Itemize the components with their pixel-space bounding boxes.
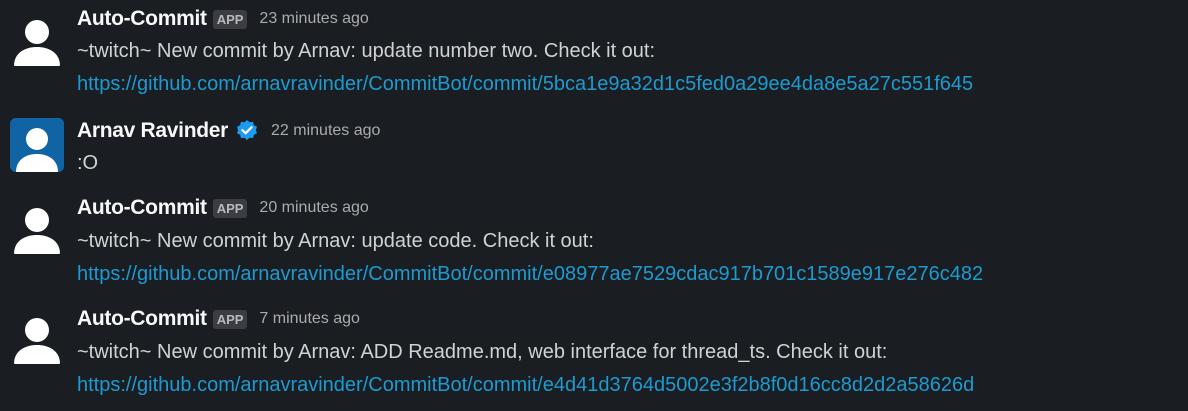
app-badge: APP <box>212 309 248 329</box>
commit-link[interactable]: https://github.com/arnavravinder/CommitB… <box>77 263 983 285</box>
avatar[interactable] <box>10 200 64 254</box>
avatar[interactable] <box>10 12 64 66</box>
user-silhouette-icon <box>10 200 64 254</box>
timestamp[interactable]: 23 minutes ago <box>259 10 368 28</box>
message-header: Arnav Ravinder 22 minutes ago <box>77 119 380 143</box>
avatar[interactable] <box>10 310 64 364</box>
commit-link[interactable]: https://github.com/arnavravinder/CommitB… <box>77 374 974 396</box>
author-name[interactable]: Auto-Commit <box>77 196 207 220</box>
user-silhouette-icon <box>10 118 64 172</box>
app-badge: APP <box>212 198 248 218</box>
author-name[interactable]: Auto-Commit <box>77 307 207 331</box>
timestamp[interactable]: 7 minutes ago <box>259 310 360 328</box>
timestamp[interactable]: 22 minutes ago <box>271 122 380 140</box>
commit-link[interactable]: https://github.com/arnavravinder/CommitB… <box>77 73 973 95</box>
message-text: ~twitch~ New commit by Arnav: ADD Readme… <box>77 341 888 363</box>
message-feed: Auto-Commit APP 23 minutes ago ~twitch~ … <box>0 0 1188 411</box>
message-header: Auto-Commit APP 20 minutes ago <box>77 196 369 220</box>
author-name[interactable]: Auto-Commit <box>77 7 207 31</box>
message-text: ~twitch~ New commit by Arnav: update num… <box>77 40 656 62</box>
user-silhouette-icon <box>10 12 64 66</box>
message-text: :O <box>77 152 99 174</box>
avatar[interactable] <box>10 118 64 172</box>
verified-badge-icon <box>235 119 259 143</box>
timestamp[interactable]: 20 minutes ago <box>259 199 368 217</box>
message-text: ~twitch~ New commit by Arnav: update cod… <box>77 230 594 252</box>
user-silhouette-icon <box>10 310 64 364</box>
app-badge: APP <box>212 9 248 29</box>
message-header: Auto-Commit APP 23 minutes ago <box>77 7 369 31</box>
author-name[interactable]: Arnav Ravinder <box>77 119 228 143</box>
message-header: Auto-Commit APP 7 minutes ago <box>77 307 360 331</box>
